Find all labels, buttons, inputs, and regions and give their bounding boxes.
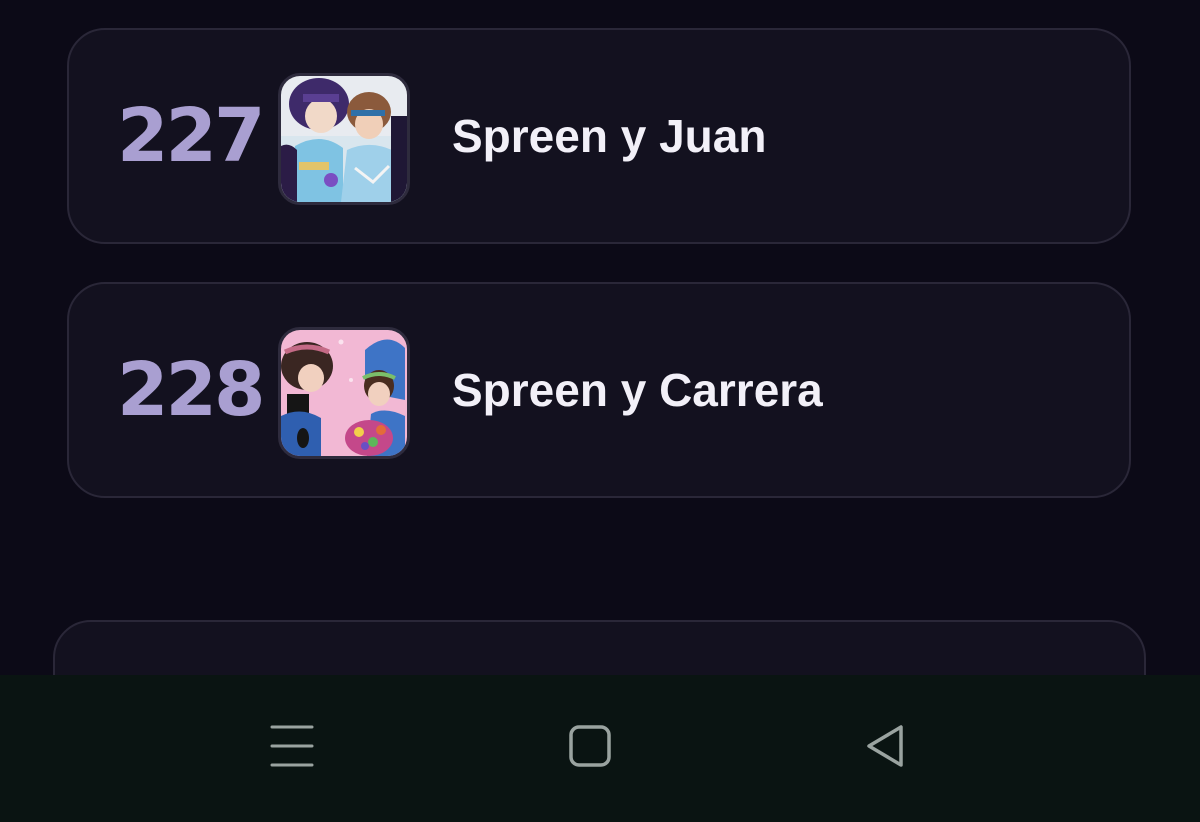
system-navigation-bar [0, 675, 1200, 822]
ranking-list: 227 Spreen y Juan 228 Spreen y Carrera [0, 0, 1200, 675]
item-thumbnail [278, 73, 410, 205]
item-thumbnail [278, 327, 410, 459]
back-button[interactable] [850, 713, 920, 783]
item-title: Spreen y Carrera [452, 364, 823, 416]
menu-icon [269, 723, 315, 774]
item-title: Spreen y Juan [452, 110, 767, 162]
home-button[interactable] [555, 713, 625, 783]
list-item[interactable]: 228 Spreen y Carrera [67, 282, 1131, 498]
rank-number: 227 [117, 93, 265, 179]
home-icon [568, 724, 612, 773]
rank-number: 228 [117, 347, 265, 433]
list-item[interactable]: 227 Spreen y Juan [67, 28, 1131, 244]
list-item[interactable] [53, 620, 1146, 675]
back-icon [863, 724, 907, 773]
recent-apps-button[interactable] [257, 713, 327, 783]
